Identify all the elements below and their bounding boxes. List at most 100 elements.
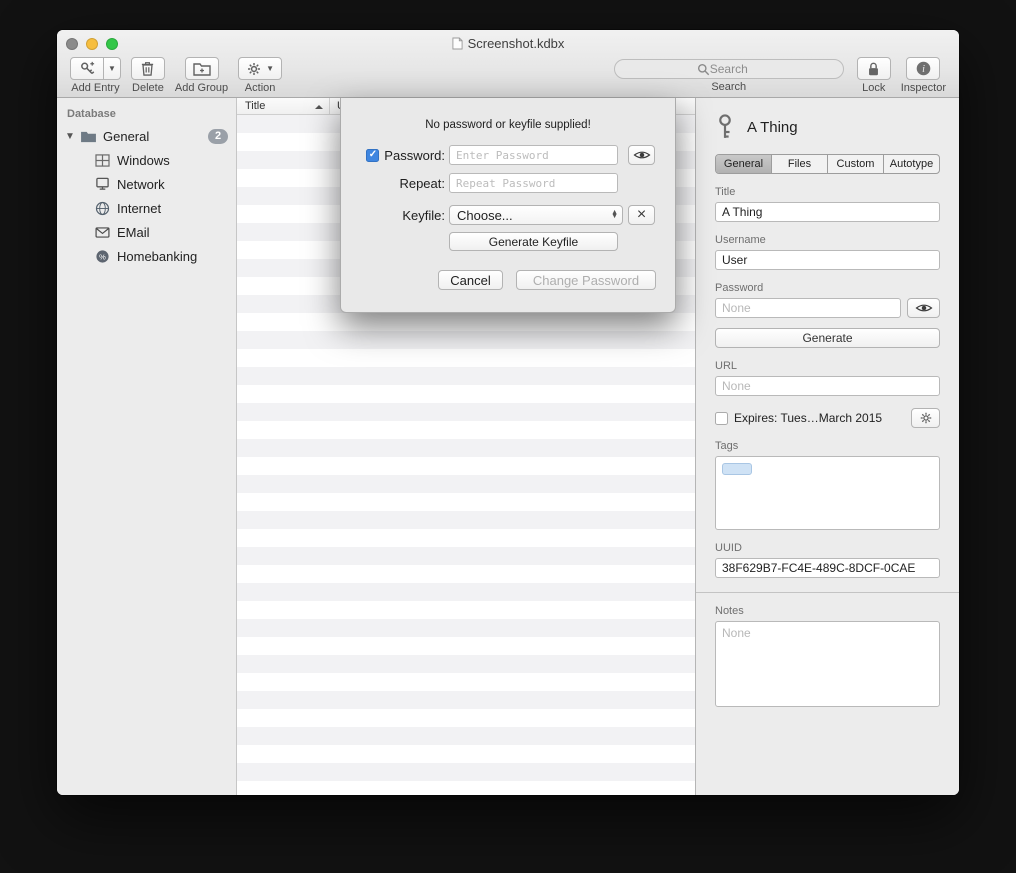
password-input[interactable] — [449, 145, 618, 165]
notes-field-label: Notes — [715, 605, 940, 617]
title-input[interactable] — [715, 202, 940, 222]
eye-icon — [915, 302, 933, 314]
sidebar-item-label: Network — [117, 177, 228, 192]
inspector-label: Inspector — [901, 82, 946, 94]
key-icon — [715, 113, 735, 141]
inspector-divider — [696, 592, 959, 593]
delete-label: Delete — [132, 82, 164, 94]
add-entry-label: Add Entry — [71, 82, 119, 94]
password-input[interactable] — [715, 298, 901, 318]
keyfile-row: Keyfile: Choose... ▲▼ × — [341, 205, 675, 225]
window-title: Screenshot.kdbx — [57, 36, 959, 51]
envelope-icon — [93, 227, 111, 238]
expires-label: Expires: Tues…March 2015 — [734, 411, 905, 425]
url-input[interactable] — [715, 376, 940, 396]
search-field[interactable] — [614, 59, 844, 79]
keyfile-label: Keyfile: — [402, 208, 445, 223]
lock-icon — [867, 61, 880, 77]
tab-files[interactable]: Files — [772, 155, 828, 173]
username-field-label: Username — [715, 234, 940, 246]
disclosure-triangle-icon[interactable]: ▼ — [65, 131, 77, 142]
password-row: Password: — [341, 145, 675, 165]
sidebar-item-label: EMail — [117, 225, 228, 240]
add-entry-dropdown-button[interactable]: ▼ — [104, 57, 121, 80]
document-icon — [452, 37, 463, 50]
sidebar-item-label: Internet — [117, 201, 228, 216]
sidebar: Database ▼ General 2 Windows Networ — [57, 98, 237, 795]
titlebar[interactable]: Screenshot.kdbx — [57, 30, 959, 57]
reveal-password-button[interactable] — [907, 298, 940, 318]
coin-icon: % — [93, 249, 111, 264]
sidebar-group-general[interactable]: ▼ General 2 — [57, 124, 236, 148]
tab-custom[interactable]: Custom — [828, 155, 884, 173]
url-field-label: URL — [715, 360, 940, 372]
action-label: Action — [245, 82, 276, 94]
eye-icon — [633, 149, 651, 161]
window-chrome: Screenshot.kdbx ▼ Add Entry — [57, 30, 959, 98]
close-x-icon: × — [637, 207, 646, 223]
toolbar-action: ▼ Action — [238, 57, 282, 98]
info-icon: i — [915, 60, 932, 77]
action-button[interactable]: ▼ — [238, 57, 282, 80]
generate-password-button[interactable]: Generate — [715, 328, 940, 348]
toolbar-spacer — [287, 57, 606, 98]
toolbar-delete: Delete — [131, 57, 165, 98]
sidebar-item-windows[interactable]: Windows — [57, 148, 236, 172]
add-entry-button[interactable] — [70, 57, 104, 80]
sidebar-item-network[interactable]: Network — [57, 172, 236, 196]
uuid-field-label: UUID — [715, 542, 940, 554]
folder-icon — [79, 130, 97, 143]
delete-button[interactable] — [131, 57, 165, 80]
keyfile-popup-value: Choose... — [457, 208, 611, 223]
trash-icon — [140, 60, 155, 77]
toolbar-search: Search — [614, 57, 844, 98]
sidebar-item-email[interactable]: EMail — [57, 220, 236, 244]
tag-chip[interactable] — [722, 463, 752, 475]
toolbar: ▼ Add Entry Delete A — [57, 57, 959, 98]
column-title-label: Title — [245, 100, 265, 112]
repeat-label: Repeat: — [399, 176, 445, 191]
inspector-panel: A Thing General Files Custom Autotype Ti… — [696, 98, 959, 795]
password-dialog: No password or keyfile supplied! Passwor… — [340, 98, 676, 313]
popup-stepper-icon: ▲▼ — [611, 211, 618, 219]
inspector-header: A Thing — [715, 112, 940, 142]
change-password-button[interactable]: Change Password — [516, 270, 656, 290]
column-header-title[interactable]: Title — [237, 98, 330, 114]
expires-checkbox[interactable] — [715, 412, 728, 425]
lock-button[interactable] — [857, 57, 891, 80]
inspector-tabs: General Files Custom Autotype — [715, 154, 940, 174]
uuid-input[interactable] — [715, 558, 940, 578]
password-checkbox[interactable] — [366, 149, 379, 162]
keyfile-popup[interactable]: Choose... ▲▼ — [449, 205, 623, 225]
tab-autotype[interactable]: Autotype — [884, 155, 939, 173]
search-input[interactable] — [615, 60, 843, 78]
sidebar-group-label: General — [103, 129, 208, 144]
inspector-button[interactable]: i — [906, 57, 940, 80]
password-label: Password: — [384, 148, 445, 163]
entry-title: A Thing — [747, 119, 798, 136]
svg-text:i: i — [922, 64, 925, 75]
network-icon — [93, 177, 111, 191]
toolbar-lock: Lock — [857, 57, 891, 98]
sidebar-item-internet[interactable]: Internet — [57, 196, 236, 220]
dialog-buttons: Cancel Change Password — [341, 270, 675, 290]
tags-box[interactable] — [715, 456, 940, 530]
window-title-text: Screenshot.kdbx — [468, 36, 565, 51]
repeat-password-input[interactable] — [449, 173, 618, 193]
tab-general[interactable]: General — [716, 155, 772, 173]
chevron-down-icon: ▼ — [266, 65, 274, 73]
notes-textarea[interactable] — [715, 621, 940, 707]
generate-keyfile-button[interactable]: Generate Keyfile — [449, 232, 618, 251]
add-group-button[interactable] — [185, 57, 219, 80]
sidebar-item-homebanking[interactable]: % Homebanking — [57, 244, 236, 268]
sort-ascending-icon — [315, 105, 323, 109]
gear-icon — [246, 61, 262, 77]
cancel-button[interactable]: Cancel — [438, 270, 503, 290]
expires-settings-button[interactable] — [911, 408, 940, 428]
reveal-password-button[interactable] — [628, 145, 655, 165]
clear-keyfile-button[interactable]: × — [628, 205, 655, 225]
username-input[interactable] — [715, 250, 940, 270]
dialog-message: No password or keyfile supplied! — [341, 119, 675, 131]
search-icon — [697, 63, 710, 76]
sidebar-item-label: Homebanking — [117, 249, 228, 264]
